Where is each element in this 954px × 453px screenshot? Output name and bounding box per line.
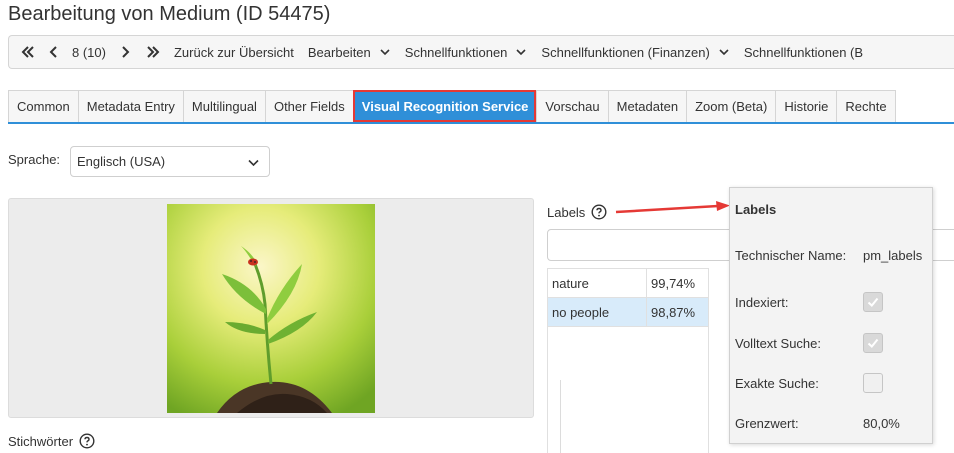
double-chevron-left-icon[interactable] (21, 45, 35, 59)
keywords-label-row: Stichwörter (8, 433, 95, 449)
tab-visual-recognition-service[interactable]: Visual Recognition Service (352, 90, 537, 122)
help-circle-icon[interactable] (79, 433, 95, 449)
indexed-checkbox (863, 292, 883, 312)
label-name-cell: no people (547, 297, 647, 327)
labels-info-popover: Labels Technischer Name: pm_labels Index… (729, 187, 933, 444)
tab-common[interactable]: Common (8, 90, 78, 122)
chevron-down-icon (516, 49, 526, 56)
tab-other-fields[interactable]: Other Fields (264, 90, 353, 122)
chevron-right-icon[interactable] (118, 45, 132, 59)
tech-name-value: pm_labels (863, 248, 923, 263)
language-select[interactable]: Englisch (USA) (70, 146, 270, 177)
fulltext-row: Volltext Suche: (735, 333, 883, 353)
threshold-label: Grenzwert: (735, 416, 799, 431)
labels-heading-row: Labels (547, 204, 607, 220)
double-chevron-right-icon[interactable] (146, 45, 160, 59)
tab-rechte[interactable]: Rechte (836, 90, 896, 122)
keywords-label: Stichwörter (8, 433, 74, 449)
chevron-left-icon[interactable] (47, 45, 61, 59)
back-to-overview-button[interactable]: Zurück zur Übersicht (174, 45, 294, 60)
threshold-row: Grenzwert: 80,0% (735, 416, 900, 431)
language-selected-value: Englisch (USA) (77, 154, 166, 169)
threshold-value: 80,0% (863, 416, 900, 431)
label-confidence-cell: 99,74% (646, 268, 709, 298)
quick-functions-b-menu-button[interactable]: Schnellfunktionen (B (744, 45, 863, 60)
quick-functions-menu-button[interactable]: Schnellfunktionen (405, 45, 528, 60)
record-counter: 8 (10) (72, 44, 106, 60)
language-label: Sprache: (8, 152, 61, 167)
labels-table: nature 99,74% no people 98,87% (547, 268, 709, 327)
image-preview-panel (8, 198, 534, 418)
table-row[interactable]: no people 98,87% (547, 297, 709, 327)
table-row[interactable]: nature 99,74% (547, 268, 709, 298)
indexed-label: Indexiert: (735, 294, 789, 310)
tab-historie[interactable]: Historie (775, 90, 837, 122)
edit-menu-button[interactable]: Bearbeiten (308, 45, 391, 60)
fulltext-label: Volltext Suche: (735, 335, 821, 351)
popover-title: Labels (735, 202, 777, 217)
tech-name-row: Technischer Name: pm_labels (735, 248, 922, 263)
exact-row: Exakte Suche: (735, 373, 883, 393)
exact-checkbox (863, 373, 883, 393)
label-name-cell: nature (547, 268, 647, 298)
tab-metadata-entry[interactable]: Metadata Entry (77, 90, 183, 122)
tech-name-label: Technischer Name: (735, 248, 847, 263)
tab-metadaten[interactable]: Metadaten (607, 90, 687, 122)
tab-vorschau[interactable]: Vorschau (536, 90, 608, 122)
record-toolbar: 8 (10) Zurück zur Übersicht Bearbeiten S… (8, 35, 954, 69)
fulltext-checkbox (863, 333, 883, 353)
page-title: Bearbeitung von Medium (ID 54475) (8, 3, 331, 25)
annotation-arrow (615, 201, 730, 214)
label-confidence-cell: 98,87% (646, 297, 709, 327)
checkmark-icon (867, 297, 879, 307)
tab-multilingual[interactable]: Multilingual (182, 90, 265, 122)
quick-functions-finance-label: Schnellfunktionen (Finanzen) (541, 44, 710, 60)
checkmark-icon (867, 338, 879, 348)
chevron-down-icon (380, 49, 390, 56)
labels-heading: Labels (547, 204, 586, 220)
chevron-down-icon (248, 159, 259, 167)
media-preview-image (167, 204, 375, 413)
chevron-down-icon (719, 49, 729, 56)
quick-functions-label: Schnellfunktionen (404, 44, 508, 60)
exact-label: Exakte Suche: (735, 375, 819, 391)
help-circle-icon[interactable] (591, 204, 607, 220)
tab-zoom-beta[interactable]: Zoom (Beta) (686, 90, 776, 122)
tab-bar: Common Metadata Entry Multilingual Other… (8, 90, 954, 124)
edit-menu-label: Bearbeiten (307, 44, 371, 60)
divider (560, 380, 561, 453)
indexed-row: Indexiert: (735, 292, 883, 312)
quick-functions-finance-menu-button[interactable]: Schnellfunktionen (Finanzen) (541, 45, 729, 60)
